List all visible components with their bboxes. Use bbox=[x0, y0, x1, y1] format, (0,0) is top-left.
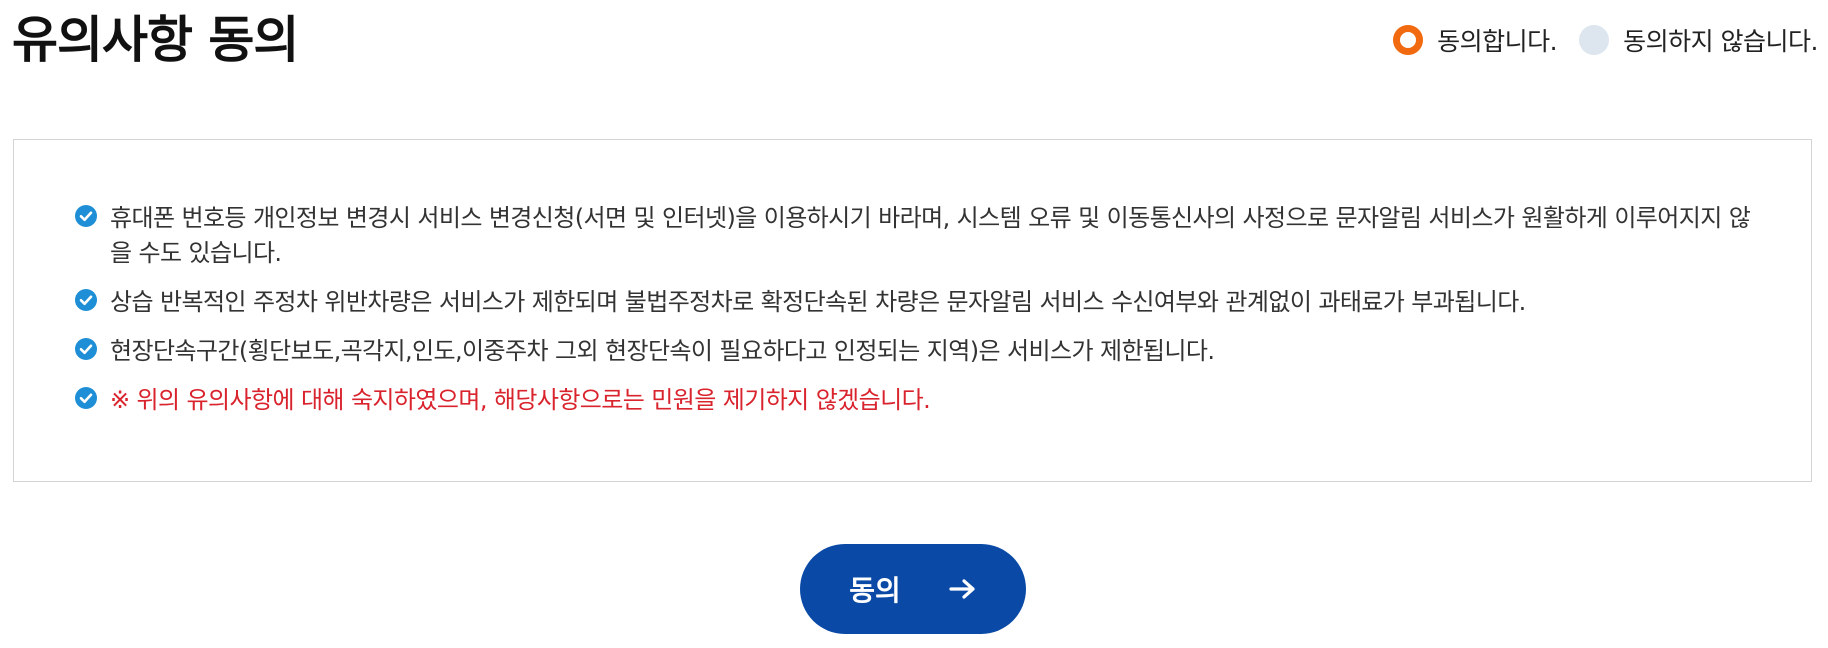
agree-button-label: 동의 bbox=[849, 574, 901, 607]
agree-option[interactable]: 동의합니다. bbox=[1393, 22, 1558, 58]
agreement-radio-group: 동의합니다. 동의하지 않습니다. bbox=[1393, 22, 1818, 58]
notice-item-warning: ※ 위의 유의사항에 대해 숙지하였으며, 해당사항으로는 민원을 제기하지 않… bbox=[75, 383, 1751, 418]
notice-item: 상습 반복적인 주정차 위반차량은 서비스가 제한되며 불법주정차로 확정단속된… bbox=[75, 285, 1751, 320]
check-circle-icon bbox=[75, 289, 97, 311]
check-circle-icon bbox=[75, 338, 97, 360]
notice-text: 휴대폰 번호등 개인정보 변경시 서비스 변경신청(서면 및 인터넷)을 이용하… bbox=[110, 204, 1751, 267]
agree-label: 동의합니다. bbox=[1437, 27, 1558, 56]
notice-warning-text: ※ 위의 유의사항에 대해 숙지하였으며, 해당사항으로는 민원을 제기하지 않… bbox=[110, 386, 931, 414]
notice-item: 현장단속구간(횡단보도,곡각지,인도,이중주차 그외 현장단속이 필요하다고 인… bbox=[75, 334, 1751, 369]
notice-text: 현장단속구간(횡단보도,곡각지,인도,이중주차 그외 현장단속이 필요하다고 인… bbox=[110, 337, 1215, 365]
disagree-radio[interactable] bbox=[1579, 25, 1610, 55]
check-circle-icon bbox=[75, 205, 97, 227]
disagree-option[interactable]: 동의하지 않습니다. bbox=[1579, 22, 1818, 58]
page-title: 유의사항 동의 bbox=[12, 11, 299, 69]
notice-box: 휴대폰 번호등 개인정보 변경시 서비스 변경신청(서면 및 인터넷)을 이용하… bbox=[13, 139, 1812, 482]
arrow-right-icon bbox=[949, 579, 975, 599]
agree-radio[interactable] bbox=[1393, 25, 1424, 55]
agree-button[interactable]: 동의 bbox=[800, 544, 1026, 634]
notice-item: 휴대폰 번호등 개인정보 변경시 서비스 변경신청(서면 및 인터넷)을 이용하… bbox=[75, 201, 1751, 271]
check-circle-icon bbox=[75, 387, 97, 409]
disagree-label: 동의하지 않습니다. bbox=[1623, 27, 1818, 56]
notice-text: 상습 반복적인 주정차 위반차량은 서비스가 제한되며 불법주정차로 확정단속된… bbox=[110, 288, 1526, 316]
notice-list: 휴대폰 번호등 개인정보 변경시 서비스 변경신청(서면 및 인터넷)을 이용하… bbox=[14, 140, 1811, 418]
